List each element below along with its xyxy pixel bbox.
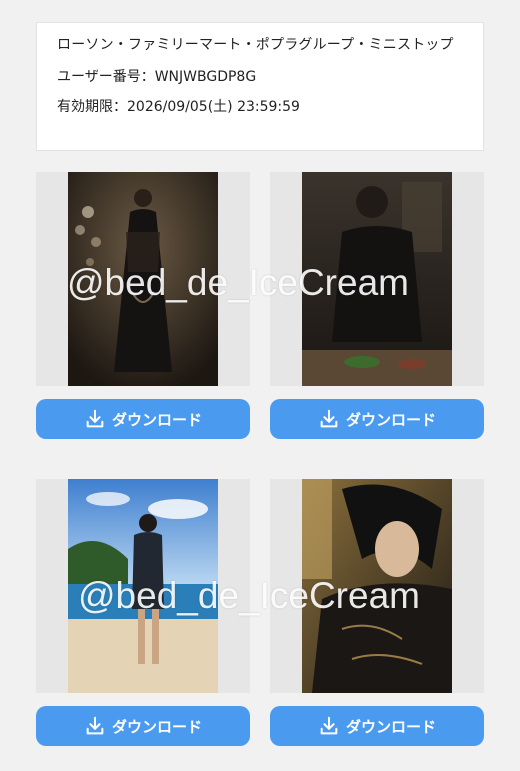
download-button[interactable]: ダウンロード bbox=[270, 706, 484, 746]
download-button-label: ダウンロード bbox=[345, 717, 436, 736]
page: ローソン・ファミリーマート・ポプラグループ・ミニストップ ユーザー番号：WNJW… bbox=[0, 0, 520, 771]
download-icon bbox=[318, 715, 340, 737]
coupon-info-card: ローソン・ファミリーマート・ポプラグループ・ミニストップ ユーザー番号：WNJW… bbox=[36, 22, 484, 151]
download-button[interactable]: ダウンロード bbox=[270, 399, 484, 439]
download-button-label: ダウンロード bbox=[111, 717, 202, 736]
download-button[interactable]: ダウンロード bbox=[36, 399, 250, 439]
expiry-date: 有効期限：2026/09/05(土) 23:59:59 bbox=[57, 99, 300, 115]
thumbnail-image bbox=[68, 172, 218, 386]
user-number: ユーザー番号：WNJWBGDP8G bbox=[57, 69, 257, 85]
download-icon bbox=[318, 408, 340, 430]
gallery-thumbnail[interactable] bbox=[270, 479, 484, 693]
thumbnail-image bbox=[302, 172, 452, 386]
gallery-thumbnail[interactable] bbox=[270, 172, 484, 386]
thumbnail-image bbox=[68, 479, 218, 693]
thumbnail-image bbox=[302, 479, 452, 693]
store-list: ローソン・ファミリーマート・ポプラグループ・ミニストップ bbox=[57, 37, 454, 53]
download-icon bbox=[84, 715, 106, 737]
download-icon bbox=[84, 408, 106, 430]
download-button-label: ダウンロード bbox=[345, 410, 436, 429]
gallery-thumbnail[interactable] bbox=[36, 479, 250, 693]
gallery-thumbnail[interactable] bbox=[36, 172, 250, 386]
download-button-label: ダウンロード bbox=[111, 410, 202, 429]
download-button[interactable]: ダウンロード bbox=[36, 706, 250, 746]
